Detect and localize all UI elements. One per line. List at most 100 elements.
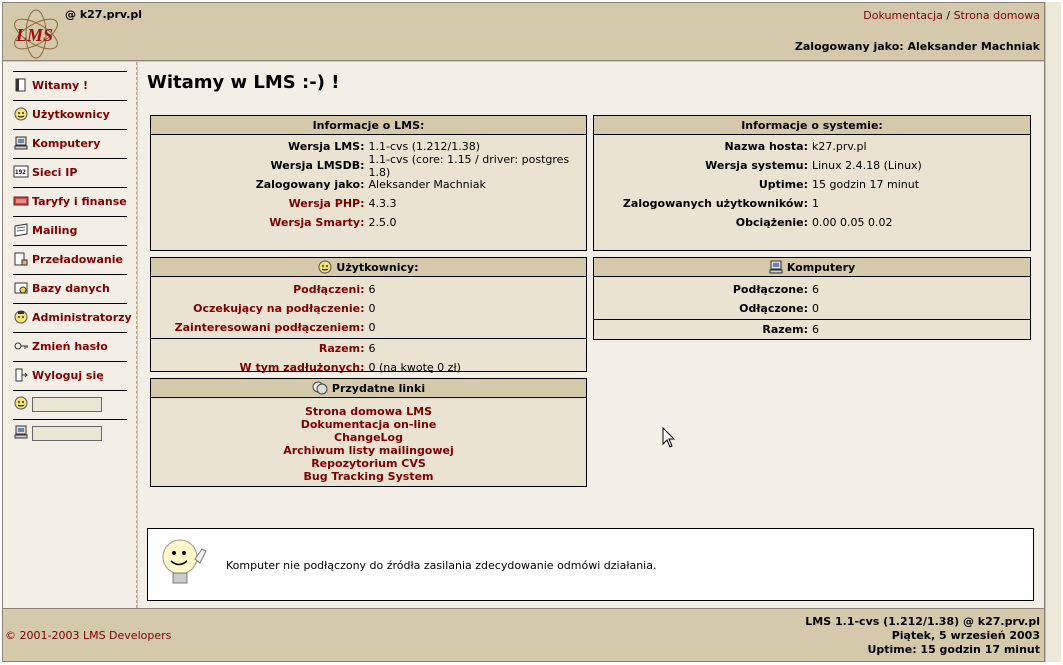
svg-text:LMS: LMS <box>15 25 53 45</box>
info-row: Zainteresowani podłączeniem: 0 <box>151 318 586 337</box>
footer: © 2001-2003 LMS Developers LMS 1.1-cvs (… <box>3 608 1044 661</box>
system-info-title: Informacje o systemie: <box>741 118 883 132</box>
reload-icon <box>13 251 29 267</box>
menu-separator <box>13 129 127 130</box>
book-icon <box>13 77 29 93</box>
info-row: Wersja LMSDB: 1.1-cvs (core: 1.15 / drive… <box>151 153 586 179</box>
menu-separator <box>13 390 127 391</box>
footer-version: LMS 1.1-cvs (1.212/1.38) @ k27.prv.pl <box>805 615 1040 628</box>
info-value: 6 <box>812 283 819 296</box>
info-value: 0 (na kwotę 0 zł) <box>368 361 461 374</box>
quick-user-search-input[interactable] <box>32 396 102 412</box>
sidebar-item[interactable]: Przeładowanie <box>13 248 127 270</box>
header: LMS @ k27.prv.pl Dokumentacja / Strona d… <box>3 3 1044 61</box>
user-icon <box>13 106 29 122</box>
sidebar-item[interactable]: Taryfy i finanse <box>13 190 127 212</box>
quick-search <box>13 422 127 444</box>
info-key: Wersja LMSDB: <box>270 159 365 172</box>
computer-icon <box>13 424 29 443</box>
info-key: Uptime: <box>758 178 808 191</box>
user-icon <box>318 260 332 274</box>
info-value: 15 godzin 17 minut <box>812 178 920 191</box>
info-value: Aleksander Machniak <box>368 178 486 191</box>
info-row: Uptime: 15 godzin 17 minut <box>594 175 1030 194</box>
info-value: 6 <box>368 342 376 355</box>
quick-search <box>13 393 127 415</box>
sidebar-item-label: Wyloguj się <box>32 368 104 382</box>
footer-info: LMS 1.1-cvs (1.212/1.38) @ k27.prv.pl Pi… <box>805 615 1040 657</box>
info-value: k27.prv.pl <box>812 140 867 153</box>
link-separator: / <box>946 9 951 22</box>
info-row: Obciążenie: 0.00 0.05 0.02 <box>594 213 1030 232</box>
info-row: Wersja systemu: Linux 2.4.18 (Linux) <box>594 156 1030 175</box>
users-group-icon <box>312 381 328 395</box>
lms-logo: LMS <box>14 9 58 59</box>
menu-separator <box>13 361 127 362</box>
useful-link[interactable]: Archiwum listy mailingowej <box>151 444 586 457</box>
sidebar-item[interactable]: Użytkownicy <box>13 103 127 125</box>
users-box: Użytkownicy: Podłączeni: 6 Oczekujący na p… <box>150 257 587 374</box>
info-row: Nazwa hosta: k27.prv.pl <box>594 137 1030 156</box>
user-icon <box>13 395 29 414</box>
info-row: Razem: 6 <box>151 339 586 358</box>
menu-separator <box>13 245 127 246</box>
info-key: Wersja LMS: <box>288 140 365 153</box>
menu-separator <box>13 303 127 304</box>
sidebar-item[interactable]: Bazy danych <box>13 277 127 299</box>
info-row: Zalogowanych użytkowników: 1 <box>594 194 1030 213</box>
sidebar: Witamy ! Użytkownicy Komputery 192 Sieci IP T… <box>3 62 137 608</box>
useful-link[interactable]: Bug Tracking System <box>151 470 586 483</box>
info-row: Odłączone: 0 <box>594 299 1030 318</box>
sidebar-item[interactable]: Witamy ! <box>13 74 127 96</box>
lms-info-box: Informacje o LMS: Wersja LMS: 1.1-cvs (1.… <box>150 115 587 251</box>
docs-link[interactable]: Dokumentacja <box>863 9 943 22</box>
sidebar-item[interactable]: 192 Sieci IP <box>13 161 127 183</box>
hostname: @ k27.prv.pl <box>65 8 143 21</box>
menu-separator <box>13 187 127 188</box>
users-title: Użytkownicy: <box>336 260 419 274</box>
info-key: Wersja systemu: <box>705 159 808 172</box>
menu-separator <box>13 216 127 217</box>
info-key: Obciążenie: <box>735 216 808 229</box>
menu-separator <box>13 274 127 275</box>
useful-link[interactable]: Repozytorium CVS <box>151 457 586 470</box>
info-value: 0 <box>368 321 376 334</box>
money-icon <box>13 193 29 209</box>
sidebar-item[interactable]: Mailing <box>13 219 127 241</box>
useful-link[interactable]: Strona domowa LMS <box>151 405 586 418</box>
computers-title: Komputery <box>786 260 856 274</box>
info-row: Razem: 6 <box>594 320 1030 339</box>
links-box: Przydatne linki Strona domowa LMS Dokumen… <box>150 378 587 487</box>
sidebar-item[interactable]: Komputery <box>13 132 127 154</box>
sidebar-item[interactable]: Administratorzy <box>13 306 132 328</box>
vertical-scrollbar[interactable] <box>1045 2 1061 662</box>
info-key: Wersja Smarty: <box>269 216 365 229</box>
homepage-link[interactable]: Strona domowa <box>954 9 1040 22</box>
info-value: 0 <box>812 302 819 315</box>
quick-computer-search-input[interactable] <box>32 425 102 441</box>
sidebar-item-label: Zmień hasło <box>32 339 108 353</box>
useful-link[interactable]: ChangeLog <box>151 431 586 444</box>
sidebar-item-label: Taryfy i finanse <box>32 194 127 208</box>
info-value: 1 <box>812 197 819 210</box>
tip-text: Komputer nie podłączony do źródła zasila… <box>226 559 657 572</box>
users-header: Użytkownicy: <box>151 258 586 277</box>
info-row: Podłączone: 6 <box>594 280 1030 299</box>
info-value: 0 <box>368 302 376 315</box>
info-row: Wersja Smarty: 2.5.0 <box>151 213 586 232</box>
computer-icon <box>769 260 783 274</box>
info-key: Razem: <box>762 323 808 336</box>
info-row: Wersja PHP: 4.3.3 <box>151 194 586 213</box>
mouse-cursor-icon <box>662 427 676 448</box>
info-value: 6 <box>368 283 376 296</box>
info-key: Podłączone: <box>732 283 808 296</box>
sidebar-item[interactable]: Zmień hasło <box>13 335 127 357</box>
sidebar-item[interactable]: Wyloguj się <box>13 364 127 386</box>
info-value: Linux 2.4.18 (Linux) <box>812 159 922 172</box>
database-icon <box>13 280 29 296</box>
svg-text:192: 192 <box>15 169 26 176</box>
menu-separator <box>13 100 127 101</box>
system-info-header: Informacje o systemie: <box>594 116 1030 135</box>
useful-link[interactable]: Dokumentacja on-line <box>151 418 586 431</box>
system-info-box: Informacje o systemie: Nazwa hosta: k27.p… <box>593 115 1031 251</box>
